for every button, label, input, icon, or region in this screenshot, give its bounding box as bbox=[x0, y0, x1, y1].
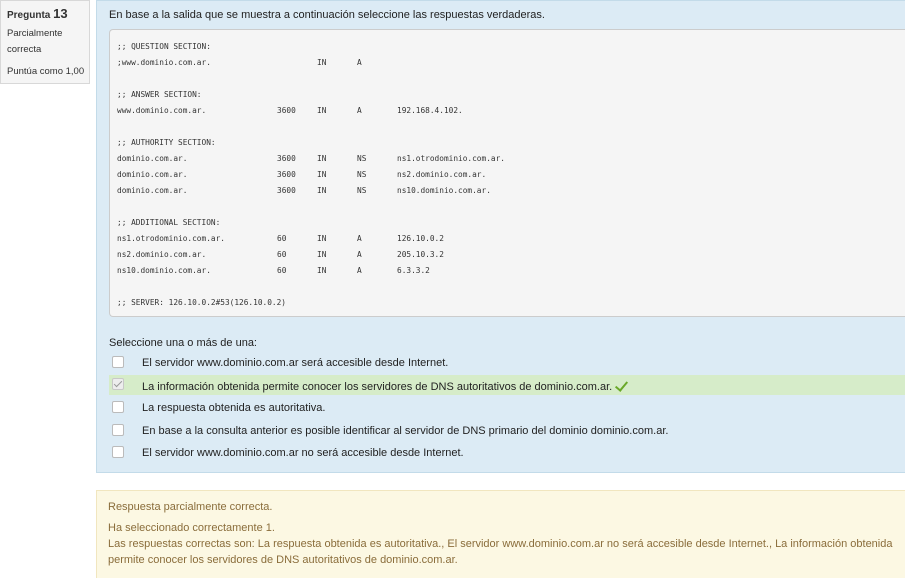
feedback-status: Respuesta parcialmente correcta. bbox=[108, 501, 273, 513]
option-1[interactable]: El servidor www.dominio.com.ar será acce… bbox=[109, 353, 905, 373]
output-cell: 126.10.0.2 bbox=[397, 234, 444, 243]
question-grade: Puntúa como 1,00 bbox=[7, 66, 85, 77]
output-cell: ;www.dominio.com.ar. bbox=[117, 58, 211, 67]
question-info: Pregunta 13 Parcialmente correcta Puntúa… bbox=[0, 0, 90, 84]
output-cell: IN bbox=[317, 106, 327, 115]
option-label: El servidor www.dominio.com.ar será acce… bbox=[142, 357, 449, 369]
question-number-value: 13 bbox=[53, 6, 68, 21]
question-number: Pregunta 13 bbox=[7, 6, 68, 21]
option-checkbox[interactable] bbox=[112, 424, 124, 436]
output-cell: IN bbox=[317, 250, 327, 259]
option-5[interactable]: El servidor www.dominio.com.ar no será a… bbox=[109, 443, 905, 463]
option-2[interactable]: La información obtenida permite conocer … bbox=[109, 375, 905, 395]
option-checkbox[interactable] bbox=[112, 378, 124, 390]
option-checkbox[interactable] bbox=[112, 356, 124, 368]
option-4[interactable]: En base a la consulta anterior es posibl… bbox=[109, 421, 905, 441]
answer-prompt: Seleccione una o más de una: bbox=[109, 337, 257, 349]
output-cell: A bbox=[357, 58, 362, 67]
option-label: La información obtenida permite conocer … bbox=[142, 378, 629, 393]
check-icon bbox=[615, 378, 629, 392]
output-cell: 3600 bbox=[277, 154, 296, 163]
output-additional-header: ;; ADDITIONAL SECTION: bbox=[117, 218, 221, 227]
output-cell: NS bbox=[357, 154, 367, 163]
question-state: Parcialmente correcta bbox=[7, 28, 63, 55]
output-cell: ns1.otrodominio.com.ar. bbox=[117, 234, 225, 243]
option-3[interactable]: La respuesta obtenida es autoritativa. bbox=[109, 398, 905, 418]
output-cell: A bbox=[357, 266, 362, 275]
option-label: En base a la consulta anterior es posibl… bbox=[142, 425, 669, 437]
output-cell: ns2.dominio.com.ar. bbox=[397, 170, 487, 179]
output-cell: IN bbox=[317, 186, 327, 195]
output-answer-header: ;; ANSWER SECTION: bbox=[117, 90, 202, 99]
output-cell: 60 bbox=[277, 266, 287, 275]
output-cell: 205.10.3.2 bbox=[397, 250, 444, 259]
output-cell: A bbox=[357, 250, 362, 259]
question-text: En base a la salida que se muestra a con… bbox=[109, 9, 545, 21]
dig-output: ;; QUESTION SECTION: ;www.dominio.com.ar… bbox=[109, 29, 905, 317]
output-cell: 60 bbox=[277, 250, 287, 259]
output-cell: ns2.dominio.com.ar. bbox=[117, 250, 207, 259]
output-cell: 3600 bbox=[277, 186, 296, 195]
output-cell: 60 bbox=[277, 234, 287, 243]
option-checkbox[interactable] bbox=[112, 446, 124, 458]
output-cell: NS bbox=[357, 186, 367, 195]
output-cell: IN bbox=[317, 266, 327, 275]
output-question-header: ;; QUESTION SECTION: bbox=[117, 42, 211, 51]
output-cell: dominio.com.ar. bbox=[117, 154, 188, 163]
output-cell: dominio.com.ar. bbox=[117, 170, 188, 179]
output-cell: NS bbox=[357, 170, 367, 179]
output-cell: IN bbox=[317, 58, 327, 67]
output-server-line: ;; SERVER: 126.10.0.2#53(126.10.0.2) bbox=[117, 298, 286, 307]
output-cell: www.dominio.com.ar. bbox=[117, 106, 207, 115]
option-label: La respuesta obtenida es autoritativa. bbox=[142, 402, 326, 414]
output-cell: dominio.com.ar. bbox=[117, 186, 188, 195]
output-cell: A bbox=[357, 234, 362, 243]
output-cell: IN bbox=[317, 234, 327, 243]
output-cell: 3600 bbox=[277, 106, 296, 115]
feedback-selected: Ha seleccionado correctamente 1. bbox=[108, 522, 275, 534]
output-authority-header: ;; AUTHORITY SECTION: bbox=[117, 138, 216, 147]
output-cell: 6.3.3.2 bbox=[397, 266, 430, 275]
output-cell: IN bbox=[317, 154, 327, 163]
question-formulation: En base a la salida que se muestra a con… bbox=[96, 0, 905, 473]
output-cell: ns10.dominio.com.ar. bbox=[117, 266, 211, 275]
output-cell: 192.168.4.102. bbox=[397, 106, 463, 115]
output-cell: A bbox=[357, 106, 362, 115]
option-label: El servidor www.dominio.com.ar no será a… bbox=[142, 447, 464, 459]
output-cell: ns10.dominio.com.ar. bbox=[397, 186, 491, 195]
option-checkbox[interactable] bbox=[112, 401, 124, 413]
question-feedback: Respuesta parcialmente correcta. Ha sele… bbox=[96, 490, 905, 578]
feedback-correct-answers: Las respuestas correctas son: La respues… bbox=[108, 538, 893, 566]
output-cell: IN bbox=[317, 170, 327, 179]
output-cell: 3600 bbox=[277, 170, 296, 179]
output-cell: ns1.otrodominio.com.ar. bbox=[397, 154, 505, 163]
